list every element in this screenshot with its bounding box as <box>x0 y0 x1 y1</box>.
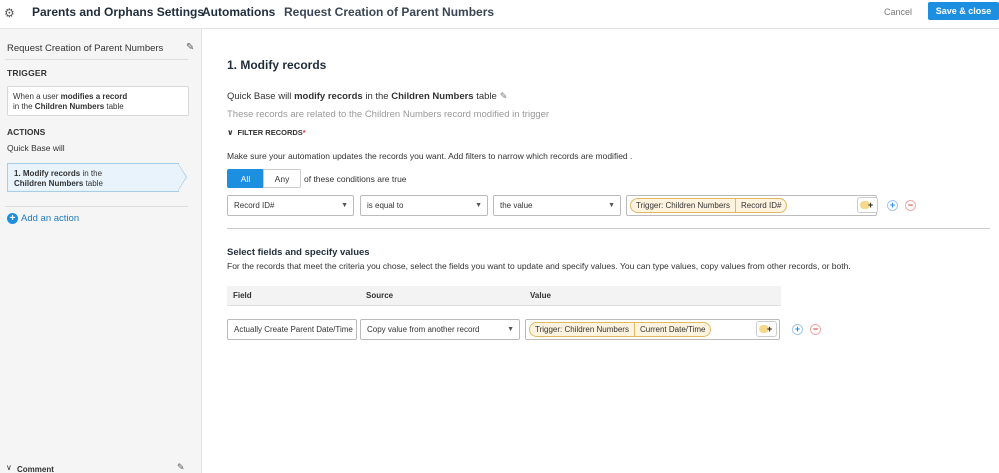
field-name-input[interactable]: Actually Create Parent Date/Time <box>227 319 357 340</box>
plus-icon: + <box>767 324 773 334</box>
sidebar: Request Creation of Parent Numbers ✎ TRI… <box>0 29 202 473</box>
insert-field-button[interactable]: + <box>857 197 878 213</box>
page-title: 1. Modify records <box>227 58 327 72</box>
match-any-button[interactable]: Any <box>263 169 301 188</box>
chevron-down-icon: ▼ <box>475 202 482 209</box>
condition-field-select[interactable]: Record ID# ▼ <box>227 195 354 216</box>
source-value: Copy value from another record <box>367 325 480 334</box>
field-token[interactable]: Trigger: Children Numbers Record ID# <box>630 198 788 213</box>
divider <box>227 228 990 229</box>
condition-value-type: the value <box>500 201 533 210</box>
action-text: in the <box>80 169 103 178</box>
trigger-table: Children Numbers <box>34 101 105 111</box>
token-field: Record ID# <box>734 199 786 212</box>
trigger-text: in the <box>13 101 35 111</box>
chevron-down-icon: ▼ <box>507 326 514 333</box>
trigger-event: modifies a record <box>60 92 128 101</box>
automation-name: Request Creation of Parent Numbers <box>7 43 164 54</box>
desc-text: Quick Base will <box>227 91 295 102</box>
filter-records-toggle[interactable]: ∨ FILTER RECORDS* <box>227 128 306 137</box>
token-table: Trigger: Children Numbers <box>636 201 730 210</box>
actions-heading: ACTIONS <box>7 127 46 137</box>
divider <box>5 206 188 207</box>
column-value: Value <box>530 291 551 300</box>
related-note: These records are related to the Childre… <box>227 109 550 120</box>
condition-value-input[interactable]: Trigger: Children Numbers Record ID# <box>626 195 877 216</box>
field-token[interactable]: Trigger: Children Numbers Current Date/Ti… <box>529 322 712 337</box>
desc-text: in the <box>362 91 392 102</box>
filter-heading: FILTER RECORDS <box>237 128 303 137</box>
pencil-icon[interactable]: ✎ <box>500 91 508 101</box>
trigger-text: When a user <box>13 92 61 101</box>
desc-text: table <box>473 91 497 102</box>
fields-heading: Select fields and specify values <box>227 247 370 258</box>
trigger-text: table <box>104 101 124 111</box>
automations-breadcrumb[interactable]: Automations <box>202 5 275 19</box>
pencil-icon[interactable]: ✎ <box>186 42 194 53</box>
chevron-down-icon: ▼ <box>608 202 615 209</box>
required-marker: * <box>302 128 306 137</box>
field-name-value: Actually Create Parent Date/Time <box>234 325 353 334</box>
add-condition-button[interactable]: + <box>887 200 898 211</box>
chevron-down-icon: ∨ <box>227 128 234 137</box>
trigger-card[interactable]: When a user modifies a record in the Chi… <box>7 86 189 116</box>
main-panel: 1. Modify records Quick Base will modify… <box>203 29 999 473</box>
gear-icon[interactable]: ⚙ <box>4 6 15 20</box>
condition-value-type-select[interactable]: the value ▼ <box>493 195 621 216</box>
condition-operator-select[interactable]: is equal to ▼ <box>360 195 488 216</box>
action-card-arrow-inner <box>178 164 186 190</box>
chevron-down-icon[interactable]: ∨ <box>6 463 12 472</box>
action-table: Children Numbers <box>14 178 84 188</box>
match-all-button[interactable]: All <box>227 169 264 188</box>
app-settings-title[interactable]: Parents and Orphans Settings <box>32 5 204 19</box>
action-description: Quick Base will modify records in the Ch… <box>227 91 507 102</box>
action-title: 1. Modify records <box>14 169 81 178</box>
action-text: table <box>83 178 103 188</box>
add-icon[interactable]: + <box>7 213 18 224</box>
action-card[interactable]: 1. Modify records in the Children Number… <box>7 163 179 192</box>
insert-field-button[interactable]: + <box>756 321 777 337</box>
value-input[interactable]: Trigger: Children Numbers Current Date/Ti… <box>525 319 780 340</box>
divider <box>5 59 188 60</box>
column-field: Field <box>233 291 252 300</box>
chevron-down-icon: ▼ <box>341 202 348 209</box>
trigger-heading: TRIGGER <box>7 68 48 78</box>
column-source: Source <box>366 291 394 300</box>
desc-table: Children Numbers <box>391 91 474 102</box>
remove-condition-button[interactable]: − <box>905 200 916 211</box>
fields-description: For the records that meet the criteria y… <box>227 261 851 271</box>
cancel-button[interactable]: Cancel <box>880 5 916 19</box>
filter-description: Make sure your automation updates the re… <box>227 151 633 161</box>
quickbase-will-label: Quick Base will <box>7 143 65 153</box>
top-bar: ⚙ Parents and Orphans Settings Automatio… <box>0 0 999 29</box>
condition-field-value: Record ID# <box>234 201 275 210</box>
fields-table-header: Field Source Value <box>227 286 781 306</box>
token-field: Current Date/Time <box>633 323 710 336</box>
add-action-link[interactable]: Add an action <box>21 213 79 224</box>
condition-operator-value: is equal to <box>367 201 404 210</box>
token-table: Trigger: Children Numbers <box>535 325 629 334</box>
conditions-label: of these conditions are true <box>304 174 407 184</box>
add-field-button[interactable]: + <box>792 324 803 335</box>
save-close-button[interactable]: Save & close <box>928 2 999 20</box>
source-select[interactable]: Copy value from another record ▼ <box>360 319 520 340</box>
remove-field-button[interactable]: − <box>810 324 821 335</box>
automation-title: Request Creation of Parent Numbers <box>284 5 495 19</box>
plus-icon: + <box>868 200 874 210</box>
desc-action: modify records <box>294 91 363 102</box>
pencil-icon[interactable]: ✎ <box>177 462 185 473</box>
comment-heading[interactable]: Comment <box>17 465 54 473</box>
